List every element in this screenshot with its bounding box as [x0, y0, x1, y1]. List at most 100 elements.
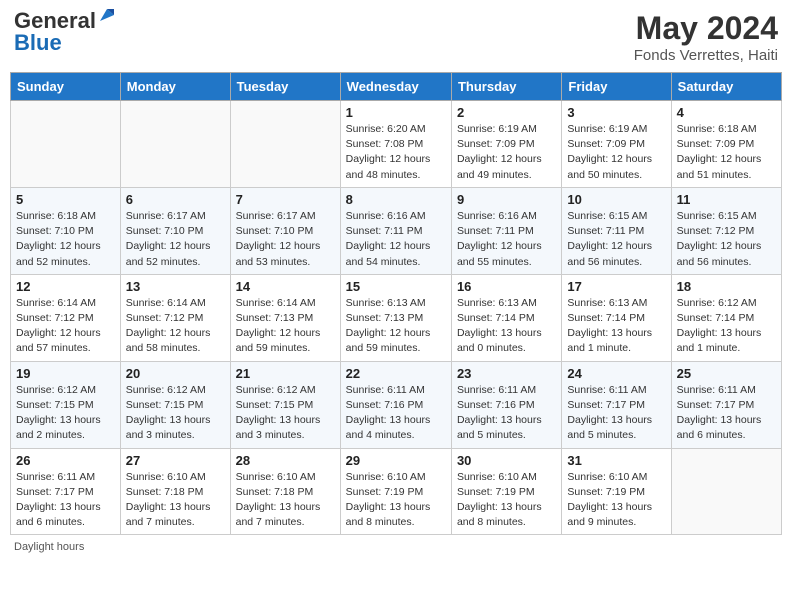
day-info: Sunrise: 6:12 AMSunset: 7:15 PMDaylight:… [16, 383, 115, 444]
day-info: Sunrise: 6:11 AMSunset: 7:16 PMDaylight:… [346, 383, 446, 444]
day-number: 13 [126, 279, 225, 294]
calendar-cell: 5Sunrise: 6:18 AMSunset: 7:10 PMDaylight… [11, 187, 121, 274]
day-info: Sunrise: 6:18 AMSunset: 7:09 PMDaylight:… [677, 122, 776, 183]
calendar-cell: 31Sunrise: 6:10 AMSunset: 7:19 PMDayligh… [562, 448, 671, 535]
logo-blue: Blue [14, 32, 116, 54]
calendar-cell: 15 Sunrise: 6:13 AMSunset: 7:13 PMDayligh… [340, 274, 451, 361]
weekday-header-sunday: Sunday [11, 73, 121, 101]
day-info: Sunrise: 6:15 AMSunset: 7:12 PMDaylight:… [677, 209, 776, 270]
calendar-cell: 14 Sunrise: 6:14 AMSunset: 7:13 PMDayligh… [230, 274, 340, 361]
day-info: Sunrise: 6:10 AMSunset: 7:19 PMDaylight:… [346, 470, 446, 531]
day-number: 10 [567, 192, 665, 207]
weekday-header-tuesday: Tuesday [230, 73, 340, 101]
daylight-label: Daylight hours [14, 541, 84, 553]
day-info: Sunrise: 6:16 AMSunset: 7:11 PMDaylight:… [457, 209, 556, 270]
day-info: Sunrise: 6:11 AMSunset: 7:16 PMDaylight:… [457, 383, 556, 444]
calendar-cell: 16 Sunrise: 6:13 AMSunset: 7:14 PMDayligh… [451, 274, 561, 361]
day-info: Sunrise: 6:20 AMSunset: 7:08 PMDaylight:… [346, 122, 446, 183]
day-info: Sunrise: 6:14 AMSunset: 7:12 PMDaylight:… [16, 296, 115, 357]
day-number: 14 [236, 279, 335, 294]
day-info: Sunrise: 6:10 AMSunset: 7:18 PMDaylight:… [236, 470, 335, 531]
calendar-cell: 9 Sunrise: 6:16 AMSunset: 7:11 PMDaylight… [451, 187, 561, 274]
calendar-cell: 23 Sunrise: 6:11 AMSunset: 7:16 PMDayligh… [451, 361, 561, 448]
calendar-week-4: 19 Sunrise: 6:12 AMSunset: 7:15 PMDayligh… [11, 361, 782, 448]
day-number: 19 [16, 366, 115, 381]
calendar-cell: 13Sunrise: 6:14 AMSunset: 7:12 PMDayligh… [120, 274, 230, 361]
calendar-cell: 27 Sunrise: 6:10 AMSunset: 7:18 PMDayligh… [120, 448, 230, 535]
month-title: May 2024 [634, 10, 778, 47]
logo-icon [98, 7, 116, 25]
day-number: 15 [346, 279, 446, 294]
day-number: 29 [346, 453, 446, 468]
calendar-cell: 17 Sunrise: 6:13 AMSunset: 7:14 PMDayligh… [562, 274, 671, 361]
day-number: 12 [16, 279, 115, 294]
day-number: 5 [16, 192, 115, 207]
page-header: General Blue May 2024 Fonds Verrettes, H… [10, 10, 782, 64]
logo: General Blue [14, 10, 116, 54]
calendar-cell: 22 Sunrise: 6:11 AMSunset: 7:16 PMDayligh… [340, 361, 451, 448]
calendar-week-5: 26 Sunrise: 6:11 AMSunset: 7:17 PMDayligh… [11, 448, 782, 535]
day-info: Sunrise: 6:16 AMSunset: 7:11 PMDaylight:… [346, 209, 446, 270]
day-number: 2 [457, 105, 556, 120]
day-info: Sunrise: 6:13 AMSunset: 7:14 PMDaylight:… [567, 296, 665, 357]
day-info: Sunrise: 6:15 AMSunset: 7:11 PMDaylight:… [567, 209, 665, 270]
day-info: Sunrise: 6:13 AMSunset: 7:13 PMDaylight:… [346, 296, 446, 357]
day-number: 24 [567, 366, 665, 381]
day-number: 27 [126, 453, 225, 468]
weekday-header-thursday: Thursday [451, 73, 561, 101]
calendar-cell: 20 Sunrise: 6:12 AMSunset: 7:15 PMDayligh… [120, 361, 230, 448]
calendar-cell [230, 101, 340, 188]
weekday-header-row: SundayMondayTuesdayWednesdayThursdayFrid… [11, 73, 782, 101]
day-number: 17 [567, 279, 665, 294]
calendar-table: SundayMondayTuesdayWednesdayThursdayFrid… [10, 72, 782, 535]
day-number: 7 [236, 192, 335, 207]
logo-general: General [14, 10, 96, 32]
calendar-cell: 28 Sunrise: 6:10 AMSunset: 7:18 PMDayligh… [230, 448, 340, 535]
day-info: Sunrise: 6:10 AMSunset: 7:18 PMDaylight:… [126, 470, 225, 531]
day-number: 22 [346, 366, 446, 381]
location: Fonds Verrettes, Haiti [634, 47, 778, 64]
day-info: Sunrise: 6:12 AMSunset: 7:14 PMDaylight:… [677, 296, 776, 357]
day-number: 9 [457, 192, 556, 207]
calendar-cell: 11Sunrise: 6:15 AMSunset: 7:12 PMDayligh… [671, 187, 781, 274]
weekday-header-monday: Monday [120, 73, 230, 101]
day-info: Sunrise: 6:10 AMSunset: 7:19 PMDaylight:… [457, 470, 556, 531]
day-info: Sunrise: 6:17 AMSunset: 7:10 PMDaylight:… [236, 209, 335, 270]
calendar-cell: 21 Sunrise: 6:12 AMSunset: 7:15 PMDayligh… [230, 361, 340, 448]
day-info: Sunrise: 6:13 AMSunset: 7:14 PMDaylight:… [457, 296, 556, 357]
calendar-cell: 7 Sunrise: 6:17 AMSunset: 7:10 PMDaylight… [230, 187, 340, 274]
day-number: 16 [457, 279, 556, 294]
day-number: 21 [236, 366, 335, 381]
calendar-cell: 26 Sunrise: 6:11 AMSunset: 7:17 PMDayligh… [11, 448, 121, 535]
day-info: Sunrise: 6:12 AMSunset: 7:15 PMDaylight:… [236, 383, 335, 444]
day-number: 18 [677, 279, 776, 294]
title-block: May 2024 Fonds Verrettes, Haiti [634, 10, 778, 64]
calendar-cell [120, 101, 230, 188]
calendar-week-3: 12 Sunrise: 6:14 AMSunset: 7:12 PMDayligh… [11, 274, 782, 361]
calendar-cell: 19 Sunrise: 6:12 AMSunset: 7:15 PMDayligh… [11, 361, 121, 448]
calendar-cell: 29 Sunrise: 6:10 AMSunset: 7:19 PMDayligh… [340, 448, 451, 535]
day-number: 23 [457, 366, 556, 381]
calendar-week-2: 5Sunrise: 6:18 AMSunset: 7:10 PMDaylight… [11, 187, 782, 274]
calendar-cell: 24Sunrise: 6:11 AMSunset: 7:17 PMDayligh… [562, 361, 671, 448]
day-info: Sunrise: 6:10 AMSunset: 7:19 PMDaylight:… [567, 470, 665, 531]
calendar-week-1: 1 Sunrise: 6:20 AMSunset: 7:08 PMDaylight… [11, 101, 782, 188]
day-number: 8 [346, 192, 446, 207]
day-info: Sunrise: 6:11 AMSunset: 7:17 PMDaylight:… [16, 470, 115, 531]
day-info: Sunrise: 6:19 AMSunset: 7:09 PMDaylight:… [457, 122, 556, 183]
weekday-header-friday: Friday [562, 73, 671, 101]
day-number: 1 [346, 105, 446, 120]
day-info: Sunrise: 6:19 AMSunset: 7:09 PMDaylight:… [567, 122, 665, 183]
calendar-cell: 3Sunrise: 6:19 AMSunset: 7:09 PMDaylight… [562, 101, 671, 188]
day-number: 28 [236, 453, 335, 468]
day-info: Sunrise: 6:12 AMSunset: 7:15 PMDaylight:… [126, 383, 225, 444]
calendar-cell: 12 Sunrise: 6:14 AMSunset: 7:12 PMDayligh… [11, 274, 121, 361]
calendar-cell [671, 448, 781, 535]
day-number: 26 [16, 453, 115, 468]
calendar-cell [11, 101, 121, 188]
day-info: Sunrise: 6:17 AMSunset: 7:10 PMDaylight:… [126, 209, 225, 270]
day-info: Sunrise: 6:14 AMSunset: 7:13 PMDaylight:… [236, 296, 335, 357]
calendar-cell: 1 Sunrise: 6:20 AMSunset: 7:08 PMDaylight… [340, 101, 451, 188]
calendar-cell: 25Sunrise: 6:11 AMSunset: 7:17 PMDayligh… [671, 361, 781, 448]
day-number: 20 [126, 366, 225, 381]
